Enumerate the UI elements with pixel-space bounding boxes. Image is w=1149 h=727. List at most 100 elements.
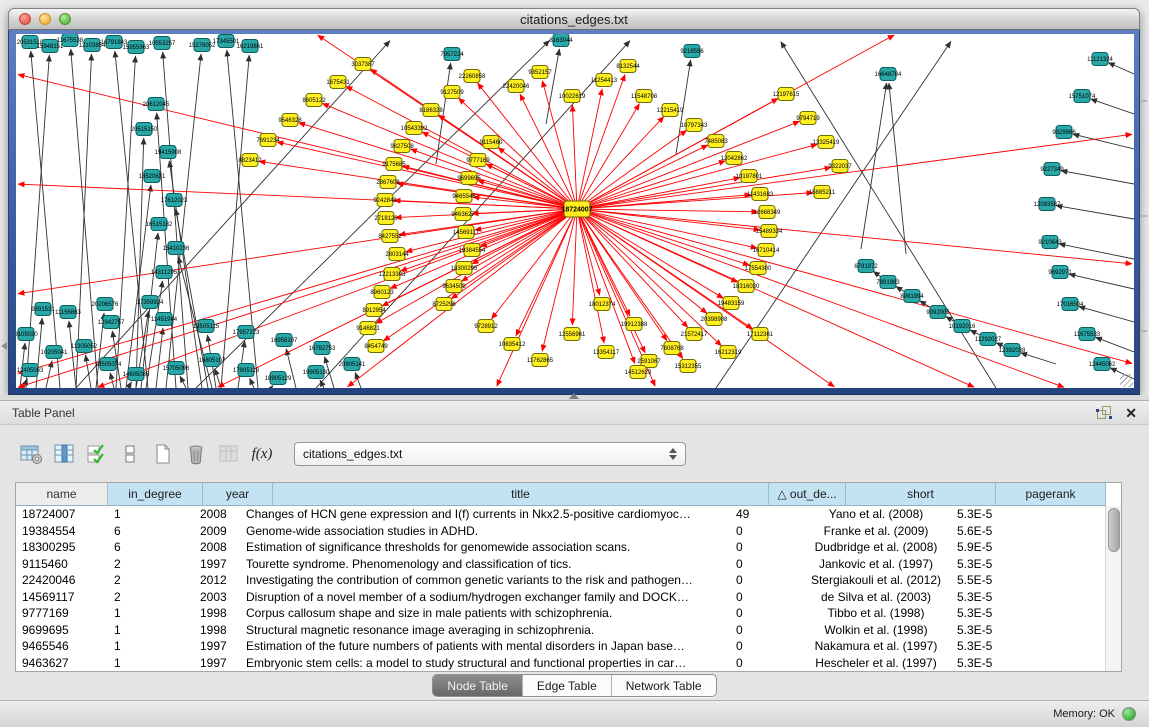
graph-node[interactable]: 2718120: [374, 212, 398, 225]
graph-node[interactable]: 17016504: [1057, 298, 1084, 311]
graph-node[interactable]: 3037387: [351, 58, 375, 71]
table-row[interactable]: 969969511998Structural magnetic resonanc…: [16, 622, 1106, 639]
graph-node[interactable]: 12213303: [379, 268, 406, 281]
column-header-in_degree[interactable]: in_degree: [108, 483, 203, 506]
graph-node[interactable]: 19912388: [621, 318, 648, 331]
graph-node[interactable]: 11305052: [71, 340, 98, 353]
column-header-short[interactable]: short: [846, 483, 996, 506]
graph-node[interactable]: 16648784: [875, 68, 902, 81]
graph-node[interactable]: 6791972: [854, 260, 878, 273]
graph-node[interactable]: 18012374: [589, 298, 616, 311]
close-panel-icon[interactable]: ✕: [1125, 406, 1137, 420]
graph-node[interactable]: 18905129: [265, 372, 292, 385]
graph-node[interactable]: 7891983: [876, 276, 900, 289]
window-titlebar[interactable]: citations_edges.txt: [8, 8, 1140, 30]
graph-node[interactable]: 15489334: [756, 225, 783, 238]
graph-node[interactable]: 7485083: [704, 135, 728, 148]
splitter-handle-icon[interactable]: [569, 393, 579, 399]
graph-node[interactable]: 8823412: [238, 154, 262, 167]
graph-node[interactable]: 17957223: [233, 326, 260, 339]
graph-node[interactable]: 8605122: [302, 94, 326, 107]
graph-node[interactable]: 11431683: [747, 188, 774, 201]
vertical-scrollbar[interactable]: [1105, 506, 1121, 671]
graph-node[interactable]: 2867608: [376, 176, 400, 189]
graph-node[interactable]: 7957224: [440, 48, 464, 61]
network-canvas[interactable]: 2053151015948151116755381210385416791843…: [16, 34, 1134, 388]
graph-node[interactable]: 22420046: [503, 80, 530, 93]
graph-node[interactable]: 16805107: [199, 354, 226, 367]
table-row[interactable]: 1872400712008Changes of HCN gene express…: [16, 506, 1106, 523]
graph-node[interactable]: 11254413: [591, 74, 618, 87]
table-row[interactable]: 977716911998Corpus callosum shape and si…: [16, 605, 1106, 622]
graph-node[interactable]: 9175685: [382, 158, 406, 171]
tab-edge-table[interactable]: Edge Table: [522, 675, 611, 696]
table-row[interactable]: 946554611997Estimation of the future num…: [16, 638, 1106, 655]
column-header-out_de[interactable]: △ out_de...: [769, 483, 846, 506]
graph-node[interactable]: 11675533: [1074, 328, 1101, 341]
graph-node[interactable]: 12042862: [721, 152, 748, 165]
graph-node[interactable]: 8991994: [900, 290, 924, 303]
table-row[interactable]: 2242004622012Investigating the contribut…: [16, 572, 1106, 589]
graph-node[interactable]: 16219861: [237, 40, 264, 53]
graph-node[interactable]: 9218596: [680, 45, 704, 58]
graph-node[interactable]: 9105030: [16, 328, 38, 341]
graph-node[interactable]: 18300295: [451, 262, 478, 275]
panel-collapse-arrow-icon[interactable]: [1, 342, 7, 350]
select-all-icon[interactable]: [84, 441, 110, 467]
graph-node[interactable]: 20515150: [131, 123, 158, 136]
graph-node[interactable]: 9465546: [452, 190, 476, 203]
clear-selection-icon[interactable]: [117, 441, 143, 467]
graph-node[interactable]: 9692971: [1048, 266, 1072, 279]
graph-node[interactable]: 16710414: [753, 244, 780, 257]
graph-node[interactable]: 15751074: [1069, 90, 1096, 103]
tab-network-table[interactable]: Network Table: [611, 675, 716, 696]
graph-node[interactable]: 12556961: [559, 328, 586, 341]
graph-node[interactable]: 11156863: [55, 306, 81, 319]
graph-node[interactable]: 9827508: [390, 140, 414, 153]
graph-node[interactable]: 9115460: [480, 136, 504, 149]
column-header-name[interactable]: name: [16, 483, 108, 506]
column-header-pagerank[interactable]: pagerank: [996, 483, 1106, 506]
graph-node[interactable]: 15312355: [675, 360, 702, 373]
graph-node[interactable]: 9227349: [1040, 163, 1064, 176]
table-row[interactable]: 946362711997Embryonic stem cells: a mode…: [16, 655, 1106, 672]
graph-node[interactable]: 16212319: [715, 346, 742, 359]
graph-node[interactable]: 10205041: [41, 346, 68, 359]
graph-node[interactable]: 13354117: [593, 346, 620, 359]
graph-node[interactable]: 20398908: [701, 313, 728, 326]
table-body[interactable]: 1872400712008Changes of HCN gene express…: [16, 506, 1106, 671]
graph-node[interactable]: 12215419: [657, 104, 684, 117]
graph-node[interactable]: 8960123: [370, 286, 394, 299]
table-selector-dropdown[interactable]: citations_edges.txt: [294, 442, 686, 466]
delete-column-icon[interactable]: [183, 441, 209, 467]
graph-node[interactable]: 9242848: [373, 194, 397, 207]
graph-node[interactable]: 18724007: [561, 201, 592, 217]
graph-node[interactable]: 10797343: [681, 119, 708, 132]
network-window[interactable]: citations_edges.txt 20531510159481511167…: [8, 8, 1140, 395]
graph-node[interactable]: 16515182: [146, 218, 173, 231]
table-mode-icon[interactable]: [18, 441, 44, 467]
float-window-icon[interactable]: [1096, 405, 1113, 420]
table-panel-titlebar[interactable]: Table Panel ✕: [0, 401, 1149, 425]
graph-node[interactable]: 10197801: [736, 170, 763, 183]
graph-node[interactable]: 16782753: [309, 342, 336, 355]
graph-node[interactable]: 11548708: [631, 90, 658, 103]
citation-graph[interactable]: 2053151015948151116755381210385416791843…: [16, 34, 1134, 388]
graph-node[interactable]: 8132544: [616, 60, 640, 73]
graph-node[interactable]: 11762865: [527, 354, 554, 367]
graph-node[interactable]: 8427552: [378, 230, 402, 243]
resize-grip[interactable]: [1120, 374, 1133, 387]
graph-node[interactable]: 7608768: [660, 342, 684, 355]
graph-node[interactable]: 9546328: [278, 114, 302, 127]
graph-node[interactable]: 13325419: [813, 136, 840, 149]
graph-node[interactable]: 7691234: [256, 134, 280, 147]
column-header-year[interactable]: year: [203, 483, 273, 506]
new-column-icon[interactable]: [150, 441, 176, 467]
scrollbar-thumb[interactable]: [1108, 508, 1120, 552]
graph-node[interactable]: 9352157: [528, 66, 552, 79]
graph-node[interactable]: 9322037: [828, 160, 852, 173]
column-header-title[interactable]: title: [273, 483, 769, 506]
table-row[interactable]: 1938455462009Genome-wide association stu…: [16, 523, 1106, 540]
function-builder-icon[interactable]: f(x): [249, 441, 275, 467]
graph-node[interactable]: 9092005: [926, 306, 950, 319]
